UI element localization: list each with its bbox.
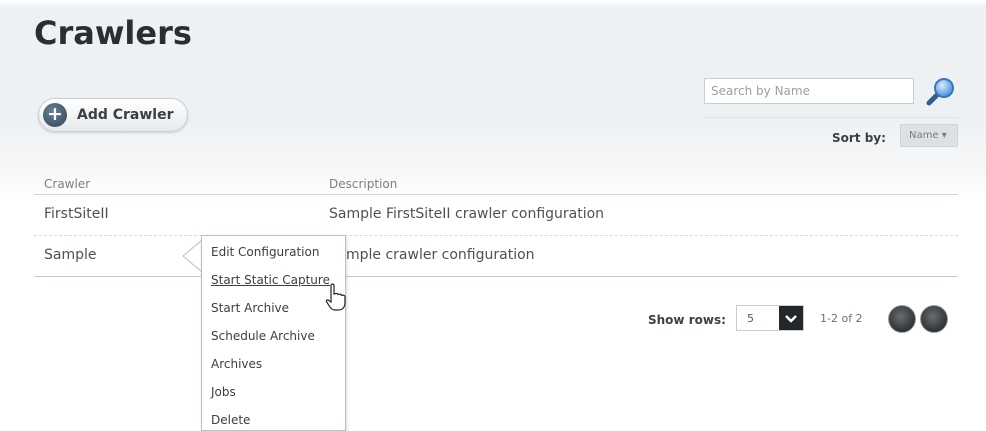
- context-menu: Edit Configuration Start Static Capture …: [201, 235, 346, 431]
- menu-item-archives[interactable]: Archives: [211, 357, 262, 371]
- table-bottom-divider: [34, 276, 958, 277]
- row-divider: [34, 235, 958, 236]
- add-crawler-button[interactable]: + Add Crawler: [38, 98, 188, 132]
- sort-value: Name: [909, 130, 939, 141]
- rows-per-page-value: 5: [747, 312, 754, 325]
- chevron-down-icon: ▾: [941, 130, 947, 141]
- show-rows-label: Show rows:: [648, 313, 726, 327]
- menu-item-schedule-archive[interactable]: Schedule Archive: [211, 329, 315, 343]
- column-header-crawler[interactable]: Crawler: [44, 177, 90, 191]
- hand-cursor-icon: [325, 283, 346, 311]
- column-header-description[interactable]: Description: [329, 177, 397, 191]
- menu-item-start-archive[interactable]: Start Archive: [211, 301, 289, 315]
- pagination-count: 1-2 of 2: [820, 312, 863, 325]
- menu-item-jobs[interactable]: Jobs: [211, 385, 236, 399]
- add-crawler-label: Add Crawler: [77, 107, 174, 123]
- crawler-description: Sample FirstSiteII crawler configuration: [329, 206, 605, 222]
- crawler-name-firstsiteii[interactable]: FirstSiteII: [44, 206, 109, 222]
- menu-item-start-static-capture[interactable]: Start Static Capture: [211, 273, 330, 287]
- menu-item-edit-configuration[interactable]: Edit Configuration: [211, 245, 319, 259]
- search-input[interactable]: [704, 78, 914, 104]
- crawlers-panel: Crawlers + Add Crawler Sort by: Name ▾ C…: [0, 0, 986, 431]
- header-divider: [34, 194, 958, 195]
- crawler-name-sample[interactable]: Sample: [44, 247, 97, 263]
- magnifier-icon[interactable]: [924, 76, 958, 108]
- sort-label: Sort by:: [832, 131, 886, 145]
- page-title: Crawlers: [34, 14, 192, 52]
- crawler-description: mple crawler configuration: [346, 247, 535, 263]
- previous-page-button[interactable]: [888, 305, 916, 333]
- next-page-button[interactable]: [920, 305, 948, 333]
- search-divider: [704, 117, 958, 118]
- chevron-down-icon: [779, 306, 803, 330]
- plus-circle-icon: +: [43, 103, 67, 127]
- rows-per-page-select[interactable]: 5: [736, 305, 804, 331]
- sort-dropdown[interactable]: Name ▾: [900, 124, 958, 147]
- menu-item-delete[interactable]: Delete: [211, 413, 250, 427]
